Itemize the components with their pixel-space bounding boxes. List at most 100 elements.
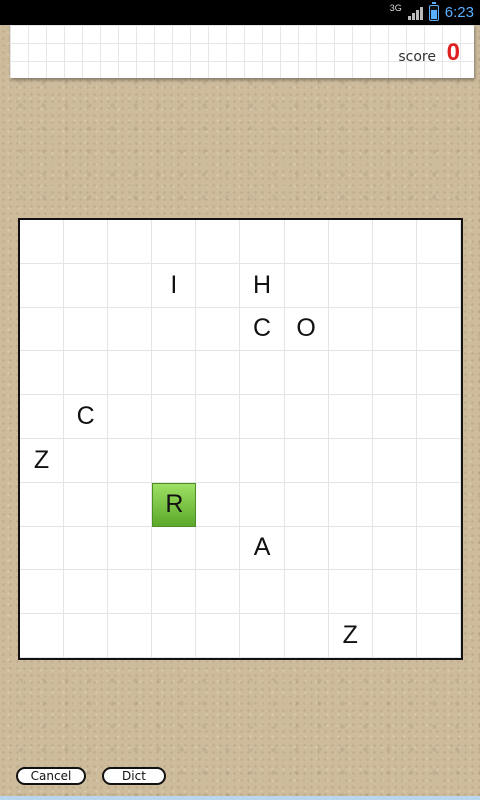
board-cell[interactable] [20, 526, 65, 571]
letter-tile[interactable]: A [240, 526, 285, 571]
board-cell[interactable] [64, 220, 109, 264]
board-cell[interactable] [108, 351, 153, 396]
board-cell[interactable] [328, 438, 373, 483]
board-cell[interactable] [328, 482, 373, 527]
board-cell[interactable] [20, 395, 65, 439]
board-cell[interactable] [20, 570, 65, 615]
board-cell[interactable] [152, 438, 197, 483]
board-cell[interactable] [416, 263, 461, 308]
board-cell[interactable] [196, 220, 241, 264]
board-cell[interactable] [196, 482, 241, 527]
board-cell[interactable] [284, 395, 329, 439]
board-cell[interactable] [64, 438, 109, 483]
board-cell[interactable] [372, 220, 417, 264]
board-cell[interactable] [328, 220, 373, 264]
board-cell[interactable] [328, 263, 373, 308]
board-cell[interactable] [196, 526, 241, 571]
board-cell[interactable] [284, 482, 329, 527]
board-cell[interactable] [372, 263, 417, 308]
board-cell[interactable] [196, 395, 241, 439]
board-cell[interactable] [152, 570, 197, 615]
board-cell[interactable] [64, 307, 109, 352]
board-cell[interactable] [108, 263, 153, 308]
board-cell[interactable] [240, 395, 285, 439]
letter-tile[interactable]: I [152, 263, 197, 308]
board-cell[interactable] [64, 570, 109, 615]
board-cell[interactable] [240, 220, 285, 264]
board-cell[interactable] [108, 395, 153, 439]
board-cell[interactable] [372, 438, 417, 483]
board-cell[interactable] [372, 351, 417, 396]
board-cell[interactable] [416, 395, 461, 439]
board-cell[interactable] [240, 482, 285, 527]
board-cell[interactable] [416, 570, 461, 615]
board-cell[interactable] [372, 307, 417, 352]
board-cell[interactable] [328, 395, 373, 439]
board-cell[interactable] [20, 614, 65, 658]
board-cell[interactable] [240, 438, 285, 483]
board-cell[interactable] [152, 220, 197, 264]
board-cell[interactable] [284, 570, 329, 615]
board-cell[interactable] [284, 220, 329, 264]
board-cell[interactable] [152, 351, 197, 396]
board-cell[interactable] [416, 526, 461, 571]
board-cell[interactable] [196, 570, 241, 615]
board-cell[interactable] [284, 263, 329, 308]
board-cell[interactable] [416, 351, 461, 396]
board-cell[interactable] [64, 482, 109, 527]
board-cell[interactable] [240, 570, 285, 615]
board-cell[interactable] [416, 438, 461, 483]
board-cell[interactable] [64, 263, 109, 308]
board-cell[interactable] [328, 351, 373, 396]
board-cell[interactable] [328, 307, 373, 352]
board-cell[interactable] [108, 220, 153, 264]
board-cell[interactable] [20, 263, 65, 308]
board-cell[interactable] [20, 220, 65, 264]
board-cell[interactable] [372, 570, 417, 615]
letter-tile[interactable]: Z [328, 614, 373, 658]
board-cell[interactable] [108, 438, 153, 483]
board-cell[interactable] [108, 570, 153, 615]
board-cell[interactable] [284, 351, 329, 396]
board-cell[interactable] [416, 307, 461, 352]
board-cell[interactable] [240, 614, 285, 658]
board-cell[interactable] [20, 351, 65, 396]
board-cell[interactable] [328, 526, 373, 571]
board-cell[interactable] [372, 395, 417, 439]
board-cell[interactable] [416, 614, 461, 658]
letter-tile[interactable]: Z [20, 438, 65, 483]
board-cell[interactable] [108, 482, 153, 527]
board-cell[interactable] [284, 438, 329, 483]
board-cell[interactable] [108, 307, 153, 352]
board-cell[interactable] [196, 438, 241, 483]
board-cell[interactable] [416, 482, 461, 527]
board-cell[interactable] [372, 526, 417, 571]
board-cell[interactable] [152, 307, 197, 352]
board-cell[interactable] [196, 263, 241, 308]
board-cell[interactable] [196, 351, 241, 396]
board-cell[interactable] [20, 482, 65, 527]
board-cell[interactable] [240, 351, 285, 396]
board-cell[interactable] [108, 526, 153, 571]
board-cell[interactable] [372, 482, 417, 527]
letter-tile[interactable]: C [64, 395, 109, 439]
board-cell[interactable] [284, 614, 329, 658]
board-cell[interactable] [152, 526, 197, 571]
selected-letter-tile[interactable]: R [152, 482, 197, 527]
board-cell[interactable] [196, 307, 241, 352]
board-cell[interactable] [416, 220, 461, 264]
board-cell[interactable] [152, 614, 197, 658]
board-cell[interactable] [152, 395, 197, 439]
board-cell[interactable] [20, 307, 65, 352]
dict-button[interactable]: Dict [102, 767, 166, 785]
letter-tile[interactable]: O [284, 307, 329, 352]
board-cell[interactable] [328, 570, 373, 615]
board-cell[interactable] [64, 351, 109, 396]
cancel-button[interactable]: Cancel [16, 767, 86, 785]
board-cell[interactable] [64, 526, 109, 571]
board-cell[interactable] [64, 614, 109, 658]
letter-tile[interactable]: H [240, 263, 285, 308]
board-cell[interactable] [196, 614, 241, 658]
letter-tile[interactable]: C [240, 307, 285, 352]
board-cell[interactable] [284, 526, 329, 571]
